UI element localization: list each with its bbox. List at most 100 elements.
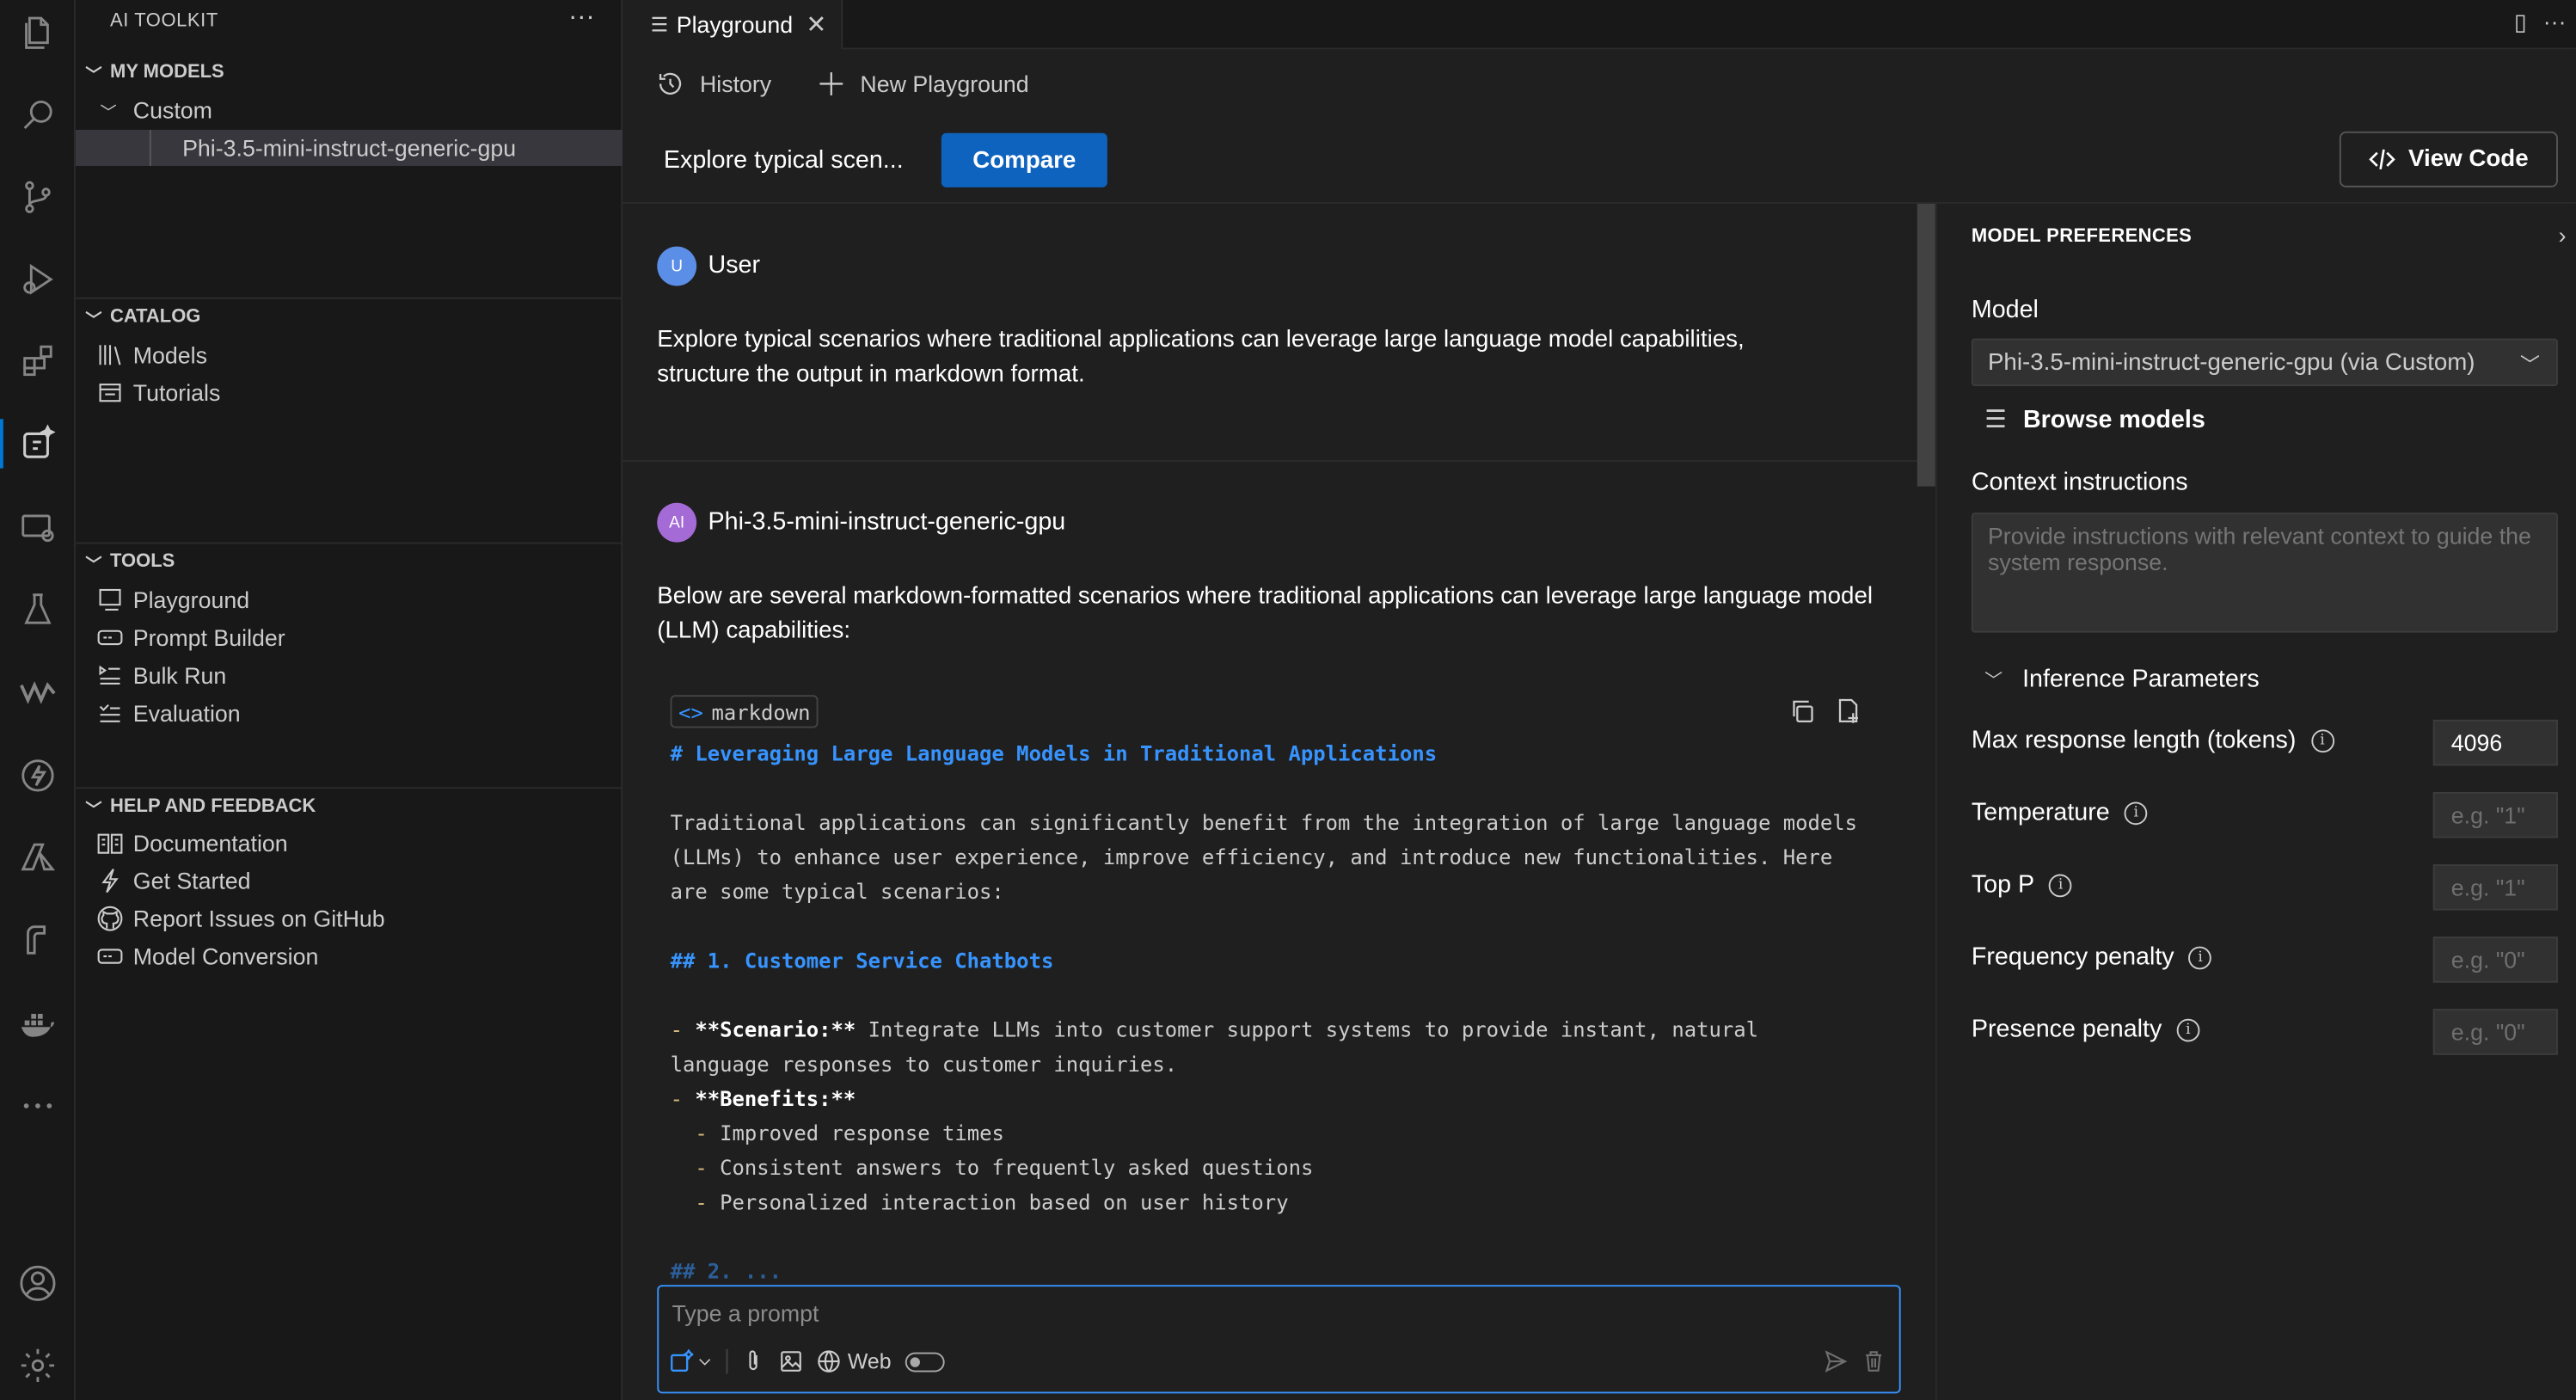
tree-item-playground[interactable]: Playground [76,581,623,617]
more-actions-icon[interactable]: ··· [2543,9,2567,36]
info-icon[interactable]: i [2176,1017,2200,1041]
tree-item-documentation[interactable]: Documentation [76,825,623,861]
copy-icon[interactable] [1789,698,1816,725]
model-select[interactable]: Phi-3.5-mini-instruct-generic-gpu (via C… [1971,338,2558,387]
tree-item-label: Prompt Builder [132,624,285,651]
source-control-icon[interactable] [13,173,62,222]
presence-penalty-input[interactable] [2432,1009,2558,1055]
attach-icon[interactable] [741,1349,766,1374]
indent-guide [149,129,151,166]
chevron-down-icon: ﹀ [85,311,102,330]
tab-bar: ☰ Playground ✕ ▯ ··· [623,0,2576,50]
param-label: Temperature [1971,798,2110,827]
frequency-penalty-input[interactable] [2432,936,2558,983]
new-playground-button[interactable]: New Playground [818,71,1029,97]
tool-divider [726,1348,728,1374]
code-line: Consistent answers to frequently asked q… [720,1155,1314,1180]
search-icon[interactable] [13,90,62,139]
chevron-down-icon: ﹀ [100,104,117,123]
azure-icon[interactable] [13,833,62,882]
preview-icon: ☰ [650,13,669,37]
evaluation-icon [95,700,125,727]
tree-group-custom[interactable]: ﹀ Custom [76,92,623,128]
param-label: Top P [1971,870,2035,900]
code-heading-2: ## 2. ... [670,1258,782,1284]
close-icon[interactable]: ✕ [806,9,826,39]
section-tools[interactable]: ﹀ TOOLS [76,543,623,580]
info-icon[interactable]: i [2310,728,2334,752]
trash-icon[interactable] [1861,1349,1886,1374]
inference-parameters-toggle[interactable]: ﹀ Inference Parameters [1984,666,2260,693]
section-header-label: MY MODELS [110,62,224,83]
bulk-run-icon [95,662,125,689]
model-name-label: Phi-3.5-mini-instruct-generic-gpu [182,134,517,162]
temperature-input[interactable] [2432,792,2558,838]
message-divider [623,460,1917,462]
playground-toolbar: History New Playground [623,49,2576,118]
tree-item-label: Playground [132,586,250,613]
ai-toolkit-icon[interactable] [669,1348,694,1374]
tree-item-models[interactable]: Models [76,337,623,373]
send-icon[interactable] [1824,1349,1849,1374]
run-debug-icon[interactable] [13,255,62,304]
code-line: language responses to customer inquiries… [670,1051,1178,1077]
chevron-down-icon: ﹀ [85,801,102,820]
insert-file-icon[interactable] [1835,698,1861,725]
tree-item-selected-model[interactable]: Phi-3.5-mini-instruct-generic-gpu [75,129,623,166]
tree-item-label: Model Conversion [132,943,319,970]
account-icon[interactable] [13,1259,62,1308]
top-p-input[interactable] [2432,864,2558,911]
tree-item-get-started[interactable]: Get Started [76,863,623,899]
info-icon[interactable]: i [2124,801,2148,825]
max-response-length-input[interactable] [2432,719,2558,766]
tree-item-model-conversion[interactable]: Model Conversion [76,938,623,974]
explorer-icon[interactable] [13,9,62,58]
user-sender-name: User [708,251,761,279]
history-button[interactable]: History [657,71,771,97]
tree-item-bulk-run[interactable]: Bulk Run [76,657,623,693]
tree-item-label: Bulk Run [132,662,227,689]
info-icon[interactable]: i [2049,873,2073,897]
tree-item-label: Get Started [132,867,251,894]
web-toggle[interactable] [904,1351,944,1372]
chevron-down-icon: ﹀ [1984,671,2003,691]
lightning-extension-icon[interactable] [13,751,62,800]
split-editor-icon[interactable]: ▯ [2514,9,2527,36]
prompt-input[interactable] [672,1299,1822,1327]
docker-icon[interactable] [13,999,62,1048]
sidebar-more-icon[interactable]: ··· [568,3,595,33]
foundry-icon[interactable] [13,915,62,964]
param-presence-penalty: Presence penalty i [1972,1009,2558,1055]
tree-item-label: Models [132,341,208,369]
tab-playground[interactable]: ☰ Playground ✕ [623,0,843,50]
section-help-feedback[interactable]: ﹀ HELP AND FEEDBACK [76,789,623,825]
tree-item-report-issues[interactable]: Report Issues on GitHub [76,900,623,936]
tree-item-label: Report Issues on GitHub [132,905,385,932]
tree-item-prompt-builder[interactable]: Prompt Builder [76,619,623,655]
plus-icon [819,72,843,95]
more-views-icon[interactable] [13,1081,62,1130]
ai-toolkit-icon[interactable] [0,419,62,469]
prompt-tools: Web [669,1348,944,1374]
compare-button[interactable]: Compare [941,132,1107,187]
chevron-right-icon[interactable]: › [2559,222,2567,249]
remote-explorer-icon[interactable] [13,503,62,552]
prompt-actions [1824,1349,1886,1374]
section-my-models[interactable]: ﹀ MY MODELS [76,54,623,90]
tree-item-tutorials[interactable]: Tutorials [76,375,623,411]
chat-scrollbar[interactable] [1917,203,1935,487]
param-temperature: Temperature i [1972,792,2558,838]
tree-item-evaluation[interactable]: Evaluation [76,695,623,731]
tree-item-label: Documentation [132,829,288,857]
extensions-icon[interactable] [13,337,62,386]
view-code-button[interactable]: View Code [2339,131,2558,187]
context-instructions-input[interactable] [1971,513,2558,633]
wave-extension-icon[interactable] [13,667,62,716]
image-icon[interactable] [779,1349,804,1374]
info-icon[interactable]: i [2188,945,2212,969]
chevron-down-icon[interactable] [696,1349,713,1374]
browse-models-button[interactable]: ☰ Browse models [1984,404,2205,433]
testing-flask-icon[interactable] [13,585,62,634]
section-catalog[interactable]: ﹀ CATALOG [76,299,623,335]
settings-gear-icon[interactable] [13,1341,62,1390]
